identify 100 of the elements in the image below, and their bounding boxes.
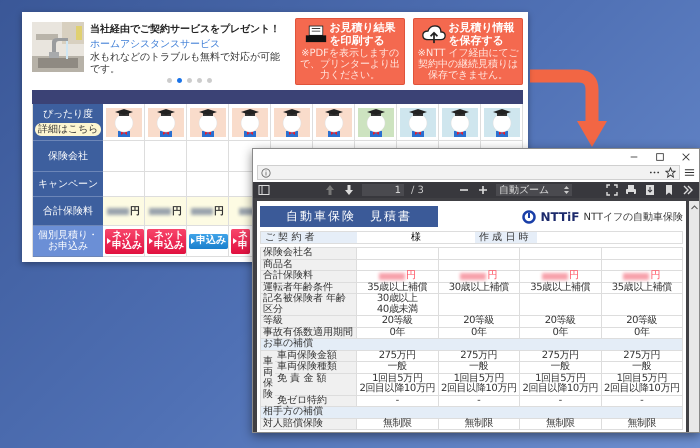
promo-title: 当社経由でご契約サービスをプレゼント！ bbox=[90, 22, 281, 36]
scroll-up-icon[interactable] bbox=[690, 203, 698, 212]
row-label: 合計保険料 bbox=[33, 197, 103, 226]
field-value: 様 bbox=[410, 232, 422, 243]
mascot-icon bbox=[238, 108, 262, 137]
table-cell: 35歳以上補償 bbox=[520, 282, 602, 294]
row-label: キャンペーン bbox=[33, 172, 103, 198]
row-label: ぴったり度 bbox=[43, 109, 93, 121]
yen-unit: 円 bbox=[487, 271, 498, 282]
mascot-icon bbox=[490, 108, 514, 137]
star-icon[interactable] bbox=[665, 167, 676, 178]
table-cell: 20等級 bbox=[602, 316, 683, 328]
double-chevron-icon[interactable] bbox=[682, 184, 694, 196]
table-cell: 35歳以上補償 bbox=[602, 282, 683, 294]
blurred-amount bbox=[378, 272, 405, 280]
table-cell: 無制限 bbox=[438, 418, 520, 430]
table-cell: 無制限 bbox=[520, 418, 602, 430]
play-icon bbox=[191, 238, 195, 244]
table-cell: 1回目5万円 2回目以降10万円 bbox=[520, 374, 602, 396]
updown-icon bbox=[564, 186, 569, 194]
table-cell: 275万円 bbox=[520, 350, 602, 362]
group-label: 車両保険 bbox=[261, 350, 276, 407]
apply-button[interactable]: ネット 申込み bbox=[147, 228, 186, 254]
mascot-icon bbox=[112, 108, 136, 137]
cloud-upload-icon bbox=[422, 25, 446, 44]
row-label: 車両保険金額 bbox=[275, 350, 357, 362]
table-cell: 20等級 bbox=[357, 316, 438, 328]
mascot-icon bbox=[280, 108, 304, 137]
logo-icon bbox=[522, 210, 536, 224]
yen-unit: 円 bbox=[650, 271, 660, 282]
play-icon bbox=[107, 238, 111, 244]
row-label: 記名被保険者 年齢区分 bbox=[261, 294, 357, 316]
mascot-icon bbox=[154, 108, 178, 137]
service-link[interactable]: ホームアシスタンスサービス bbox=[90, 37, 289, 51]
mascot-icon bbox=[448, 108, 472, 137]
blurred-amount bbox=[460, 272, 486, 280]
row-label: 免 責 金 額 bbox=[275, 374, 357, 396]
blurred-amount bbox=[542, 272, 568, 280]
table-cell: 30歳以上補償 bbox=[438, 282, 520, 294]
yen-unit: 円 bbox=[568, 271, 579, 282]
close-icon[interactable] bbox=[681, 152, 691, 162]
table-cell: 20等級 bbox=[520, 316, 602, 328]
row-label: 合計保険料 bbox=[261, 271, 357, 282]
row-label: 等級 bbox=[261, 316, 357, 328]
row-label: 個別見積り・お申込み bbox=[33, 226, 103, 258]
table-cell: 一般 bbox=[520, 362, 602, 374]
info-icon[interactable] bbox=[261, 168, 271, 178]
table-cell: 一般 bbox=[602, 362, 683, 374]
page-number-field[interactable]: 1 bbox=[362, 184, 404, 196]
table-cell: 無制限 bbox=[602, 418, 683, 430]
save-button[interactable]: お見積り情報 を保存する ※NTT イフ経由にてご契約中の継続見積りは保存できません。 bbox=[413, 18, 523, 86]
row-label: 事故有係数適用期間 bbox=[261, 328, 357, 339]
table-cell: 一般 bbox=[438, 362, 520, 374]
table-cell: 275万円 bbox=[357, 350, 438, 362]
printer-icon bbox=[304, 25, 326, 44]
table-cell: 1回目5万円 2回目以降10万円 bbox=[438, 374, 520, 396]
sidebar-icon[interactable] bbox=[258, 184, 270, 196]
print-button[interactable]: お見積り結果 を印刷する ※PDFを表示しますので、プリンターより出力ください。 bbox=[295, 18, 405, 86]
download-icon[interactable] bbox=[644, 184, 656, 196]
menu-icon[interactable] bbox=[684, 167, 695, 178]
carousel-dot[interactable] bbox=[167, 78, 172, 83]
row-label: 運転者年齢条件 bbox=[261, 282, 357, 294]
blurred-amount bbox=[623, 272, 650, 280]
section-header: お車の補償 bbox=[261, 339, 683, 350]
carousel-dot[interactable] bbox=[177, 78, 182, 83]
up-arrow-icon[interactable] bbox=[324, 184, 336, 196]
apply-button[interactable]: ネ 申 bbox=[231, 228, 250, 254]
document-title: 自動車保険 見積書 bbox=[260, 206, 438, 227]
yen-unit: 円 bbox=[130, 205, 140, 218]
table-cell: 30歳以上 40歳未満 bbox=[357, 294, 438, 316]
table-cell: 無制限 bbox=[357, 418, 438, 430]
table-cell: 20等級 bbox=[438, 316, 520, 328]
print-icon[interactable] bbox=[625, 184, 638, 196]
field-label: 作 成 日 時 bbox=[475, 232, 537, 243]
zoom-select[interactable]: 自動ズーム bbox=[496, 184, 572, 196]
play-icon bbox=[149, 238, 153, 244]
row-label: 対人賠償保険 bbox=[261, 418, 357, 430]
row-label: 商品名 bbox=[261, 260, 357, 271]
blurred-amount bbox=[191, 208, 213, 215]
fullscreen-icon[interactable] bbox=[606, 184, 618, 196]
row-label: 免ゼロ特約 bbox=[275, 396, 357, 407]
table-cell: 一般 bbox=[357, 362, 438, 374]
row-label: 保険会社名 bbox=[261, 248, 357, 260]
play-icon bbox=[233, 238, 237, 244]
logo-text: NTTiF bbox=[540, 210, 580, 224]
yen-unit: 円 bbox=[214, 205, 224, 218]
logo-tagline: NTTイフの自動車保険 bbox=[583, 210, 683, 224]
details-button[interactable]: 詳細はこちら bbox=[35, 122, 101, 136]
apply-button[interactable]: ネット 申込み bbox=[105, 228, 144, 254]
carousel-dot[interactable] bbox=[197, 78, 202, 83]
down-arrow-icon[interactable] bbox=[343, 184, 355, 196]
apply-button[interactable]: 申込み bbox=[189, 234, 228, 249]
table-cell: 1回目5万円 2回目以降10万円 bbox=[602, 374, 683, 396]
zoom-in-icon[interactable] bbox=[476, 184, 489, 196]
table-cell: 275万円 bbox=[438, 350, 520, 362]
maximize-icon[interactable] bbox=[655, 152, 665, 162]
carousel-dot[interactable] bbox=[187, 78, 192, 83]
yen-unit: 円 bbox=[406, 271, 416, 282]
carousel-dot[interactable] bbox=[207, 78, 212, 83]
mascot-icon bbox=[196, 108, 220, 137]
